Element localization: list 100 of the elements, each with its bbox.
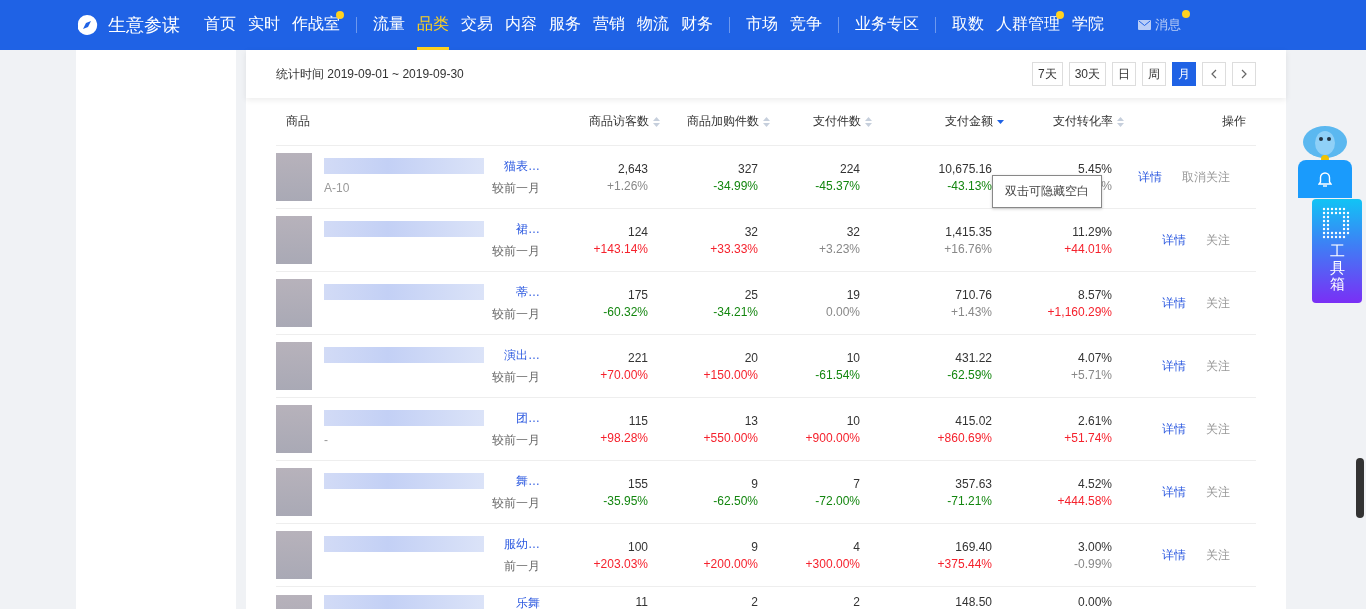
stat-time-label: 统计时间 2019-09-01 ~ 2019-09-30 (276, 65, 464, 83)
change-percent: -34.99% (713, 178, 758, 193)
nav-tab[interactable]: 交易 (461, 0, 493, 50)
nav-tab[interactable]: 营销 (593, 0, 625, 50)
product-link[interactable]: 猫表… (504, 157, 540, 175)
metric-value: 148.50 (955, 595, 992, 609)
column-header[interactable]: 支付金额 (945, 113, 993, 130)
metric-value: 11 (635, 595, 648, 609)
product-link[interactable]: 乐舞 (516, 594, 540, 609)
metric-value: 415.02 (955, 413, 992, 428)
nav-tab[interactable]: 市场 (746, 0, 778, 50)
column-header[interactable]: 支付转化率 (1053, 113, 1113, 130)
tooltip: 双击可隐藏空白 (992, 175, 1102, 208)
product-link[interactable]: 演出… (504, 346, 540, 364)
column-header[interactable]: 商品加购件数 (687, 113, 759, 130)
change-percent: +143.14% (593, 241, 648, 256)
nav-tab[interactable]: 实时 (248, 0, 280, 50)
sort-icon[interactable] (865, 115, 872, 128)
detail-link[interactable]: 详情 (1162, 483, 1186, 501)
detail-link[interactable]: 详情 (1138, 168, 1162, 186)
compass-icon (76, 14, 98, 36)
compare-label: 前一月 (504, 557, 540, 575)
sort-descending-icon[interactable] (997, 118, 1004, 125)
metric-value: 10 (846, 413, 860, 428)
detail-link[interactable]: 详情 (1162, 420, 1186, 438)
period-button[interactable]: 月 (1172, 62, 1196, 86)
sort-icon[interactable] (1117, 115, 1124, 128)
brand-name[interactable]: 生意参谋 (108, 13, 180, 37)
product-link[interactable]: 蒂… (516, 283, 540, 301)
column-header[interactable]: 商品访客数 (589, 113, 649, 130)
follow-link[interactable]: 关注 (1206, 546, 1230, 564)
period-button[interactable]: 日 (1112, 62, 1136, 86)
metric-value: 7 (853, 476, 860, 491)
scrollbar-thumb[interactable] (1356, 458, 1364, 518)
detail-link[interactable]: 详情 (1162, 231, 1186, 249)
sort-icon[interactable] (653, 115, 660, 128)
product-link[interactable]: 团… (516, 409, 540, 427)
nav-tab[interactable]: 财务 (681, 0, 713, 50)
photo-placeholder (276, 153, 312, 201)
column-header[interactable]: 支付件数 (813, 113, 861, 130)
metric-value: 11.29% (1072, 224, 1112, 239)
nav-tab[interactable]: 流量 (373, 0, 405, 50)
follow-link[interactable]: 取消关注 (1182, 168, 1230, 186)
compare-label: 较前一月 (492, 368, 540, 386)
nav-tab[interactable]: 作战室 (292, 0, 340, 50)
photo-placeholder (276, 405, 312, 453)
period-button[interactable]: 7天 (1031, 62, 1063, 86)
follow-link[interactable]: 关注 (1206, 294, 1230, 312)
follow-link[interactable]: 关注 (1206, 420, 1230, 438)
nav-tab[interactable]: 内容 (505, 0, 537, 50)
nav-tab[interactable]: 人群管理 (996, 0, 1060, 50)
change-percent: +900.00% (805, 430, 860, 445)
detail-link[interactable]: 详情 (1162, 546, 1186, 564)
metric-value: 327 (737, 161, 758, 176)
detail-link[interactable]: 详情 (1162, 294, 1186, 312)
metric-value: 5.45% (1077, 161, 1112, 176)
change-percent: +3.23% (818, 241, 860, 256)
change-percent: -62.59% (947, 367, 992, 382)
change-percent: +98.28% (600, 430, 648, 445)
nav-tab[interactable]: 取数 (952, 0, 984, 50)
column-header: 商品 (286, 113, 310, 130)
change-percent: +44.01% (1064, 241, 1112, 256)
chevron-right-icon (1240, 69, 1248, 79)
follow-link[interactable]: 关注 (1206, 483, 1230, 501)
nav-tab[interactable]: 业务专区 (855, 0, 919, 50)
nav-tab[interactable]: 服务 (549, 0, 581, 50)
product-link[interactable]: 服幼… (504, 535, 540, 553)
elephant-mascot-icon[interactable] (1302, 125, 1348, 163)
product-link[interactable]: 裙… (516, 220, 540, 238)
notification-panel[interactable] (1298, 160, 1352, 198)
compare-label: 较前一月 (492, 242, 540, 260)
period-button[interactable]: 30天 (1068, 62, 1106, 86)
next-button[interactable] (1232, 62, 1256, 86)
nav-tab[interactable]: 竞争 (790, 0, 822, 50)
metric-value: 115 (628, 413, 648, 428)
change-percent: -61.54% (815, 367, 860, 382)
toolbox-tab[interactable]: 工具箱 (1312, 199, 1362, 303)
detail-link[interactable]: 详情 (1162, 357, 1186, 375)
period-button[interactable]: 周 (1142, 62, 1166, 86)
nav-tab[interactable]: 学院 (1072, 0, 1104, 50)
bell-icon (1318, 172, 1332, 188)
change-percent: 0.00% (825, 304, 860, 319)
nav-tab[interactable]: 首页 (204, 0, 236, 50)
change-percent: -35.95% (603, 493, 648, 508)
metric-value: 25 (744, 287, 758, 302)
messages-link[interactable]: 消息 (1155, 16, 1181, 34)
nav-tab[interactable]: 物流 (637, 0, 669, 50)
photo-placeholder (276, 342, 312, 390)
follow-link[interactable]: 关注 (1206, 231, 1230, 249)
metric-value: 175 (627, 287, 648, 302)
product-link[interactable]: 舞… (516, 472, 540, 490)
follow-link[interactable]: 关注 (1206, 357, 1230, 375)
sort-icon[interactable] (763, 115, 770, 128)
change-percent: -34.21% (713, 304, 758, 319)
metric-value: 19 (846, 287, 860, 302)
metric-value: 10,675.16 (938, 161, 992, 176)
previous-button[interactable] (1202, 62, 1226, 86)
change-percent: -43.13% (947, 178, 992, 193)
metric-value: 124 (627, 224, 648, 239)
metric-value: 20 (744, 350, 758, 365)
